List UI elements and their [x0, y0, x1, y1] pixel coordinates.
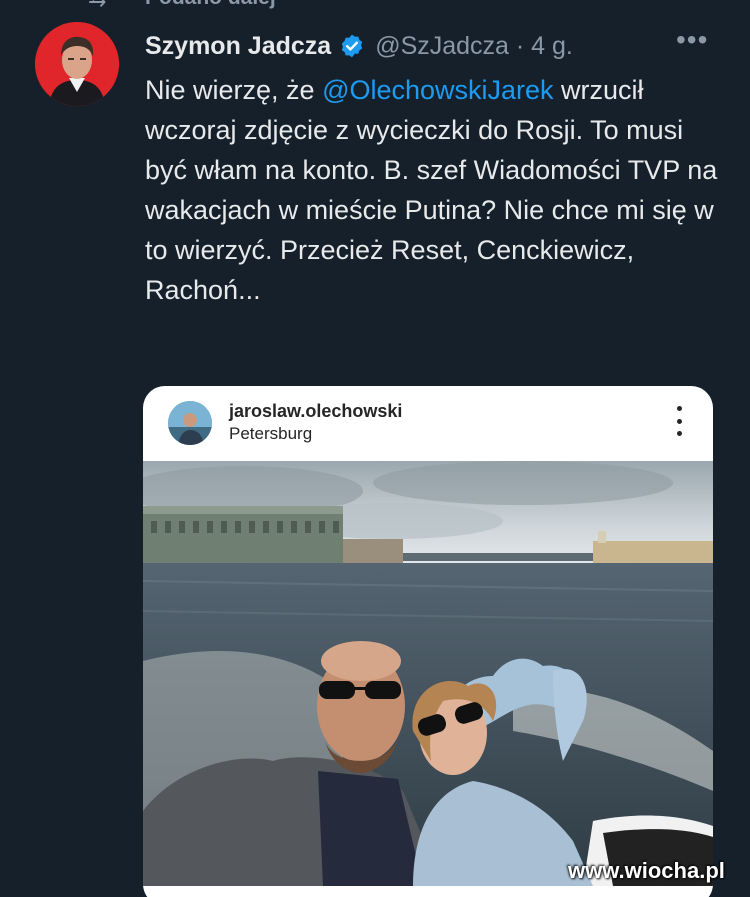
- tweet-header: Szymon Jadcza @SzJadcza · 4 g.: [145, 26, 573, 66]
- instagram-location[interactable]: Petersburg: [229, 424, 312, 444]
- watermark: www.wiocha.pl: [568, 858, 725, 883]
- handle-and-time[interactable]: @SzJadcza · 4 g.: [375, 32, 573, 61]
- tweet-text-part2: wrzucił wczoraj zdjęcie z wycieczki do R…: [145, 75, 718, 305]
- tweet-text: Nie wierzę, że @OlechowskiJarek wrzucił …: [145, 70, 725, 310]
- repost-icon: ⇆: [88, 0, 106, 12]
- repost-bar: ⇆ Podano dalej: [0, 0, 750, 12]
- instagram-photo[interactable]: [143, 461, 713, 886]
- tweet-text-part1: Nie wierzę, że: [145, 75, 323, 105]
- instagram-embed-card[interactable]: jaroslaw.olechowski Petersburg: [143, 386, 713, 897]
- verified-badge-icon: [342, 34, 363, 58]
- mention-link[interactable]: @OlechowskiJarek: [322, 75, 553, 105]
- instagram-more-icon[interactable]: [669, 406, 689, 436]
- more-options-icon[interactable]: •••: [676, 26, 708, 54]
- instagram-username[interactable]: jaroslaw.olechowski: [229, 401, 402, 422]
- author-name[interactable]: Szymon Jadcza: [145, 32, 331, 61]
- avatar[interactable]: [35, 22, 119, 106]
- instagram-avatar[interactable]: [168, 401, 212, 445]
- repost-label: Podano dalej: [145, 0, 276, 10]
